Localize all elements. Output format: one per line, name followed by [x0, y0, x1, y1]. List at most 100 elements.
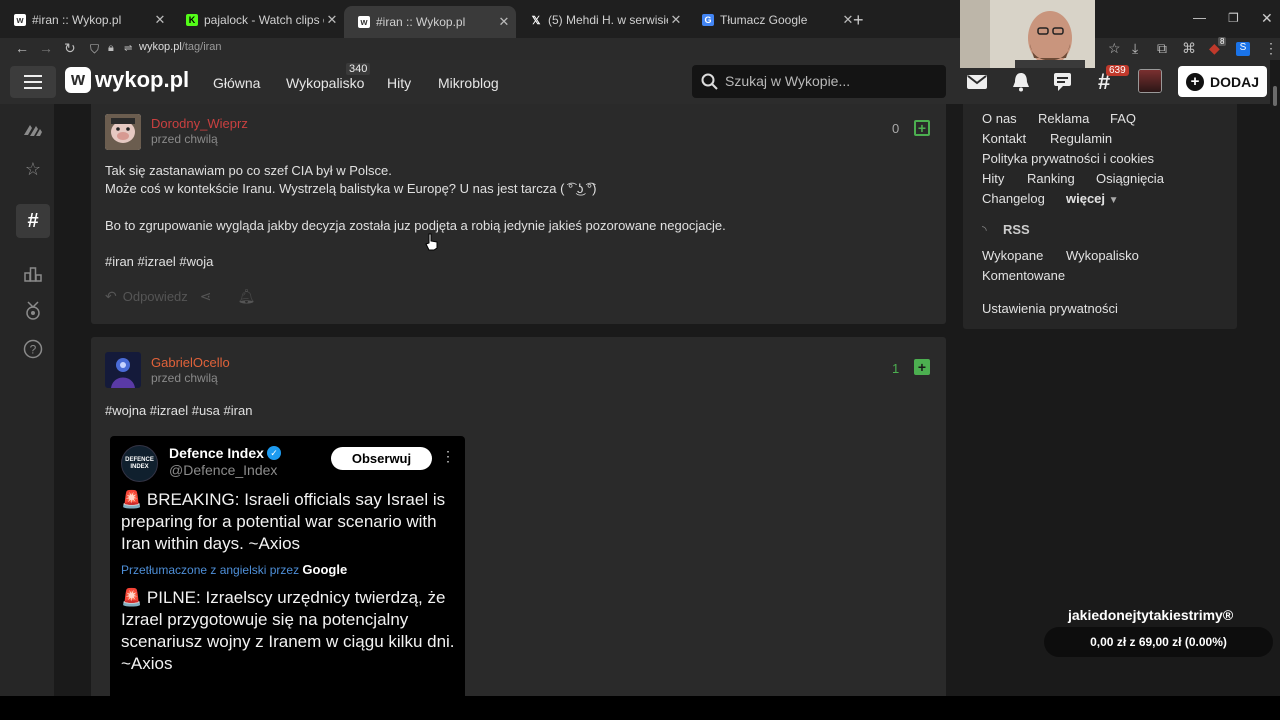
- lock-icon[interactable]: 🔒︎: [108, 42, 114, 55]
- tweet-author-name[interactable]: Defence Index: [169, 445, 264, 461]
- post-tags[interactable]: #iran #izrael #woja: [105, 253, 213, 270]
- search-box[interactable]: [692, 65, 946, 98]
- link-hity[interactable]: Hity: [982, 171, 1004, 186]
- extensions-icon[interactable]: ⧉: [1157, 40, 1167, 57]
- close-tab-icon[interactable]: ✕: [668, 12, 684, 28]
- link-rss-wykopalisko[interactable]: Wykopalisko: [1066, 248, 1139, 263]
- hamburger-menu-icon[interactable]: [10, 66, 56, 98]
- close-tab-icon[interactable]: ✕: [152, 12, 168, 28]
- follow-button[interactable]: Obserwuj: [331, 447, 432, 470]
- author-name[interactable]: Dorodny_Wieprz: [151, 116, 248, 131]
- wykopalisko-count-badge: 340: [346, 63, 371, 75]
- restore-icon[interactable]: ❐: [1228, 11, 1239, 25]
- link-regulamin[interactable]: Regulamin: [1050, 131, 1112, 146]
- browser-tab[interactable]: G Tłumacz Google ✕: [688, 8, 860, 32]
- tweet-author-avatar[interactable]: DEFENCE INDEX: [121, 445, 158, 482]
- gamepad-icon[interactable]: ⌘: [1182, 40, 1196, 57]
- rss-icon: ◝: [982, 223, 987, 237]
- bookmark-star-icon[interactable]: ☆: [1108, 40, 1121, 57]
- browser-tab[interactable]: 𝕏 (5) Mehdi H. w serwisie X: „Sen ✕: [516, 8, 688, 32]
- browser-tab[interactable]: w #iran :: Wykop.pl ✕: [0, 8, 172, 32]
- post-time[interactable]: przed chwilą: [151, 132, 218, 146]
- browser-tab[interactable]: K pajalock - Watch clips on Kick ✕: [172, 8, 344, 32]
- link-rss-wykopane[interactable]: Wykopane: [982, 248, 1043, 263]
- link-osiagniecia[interactable]: Osiągnięcia: [1096, 171, 1164, 186]
- translation-note: Przetłumaczone z angielski przez Google: [121, 562, 347, 577]
- browser-tab-active[interactable]: w #iran :: Wykop.pl ✕: [344, 6, 516, 38]
- google-logo-text: Google: [302, 562, 348, 577]
- wykop-home-icon[interactable]: [19, 117, 47, 145]
- scrollbar-thumb[interactable]: [1273, 86, 1277, 106]
- reply-icon[interactable]: ↶: [105, 288, 117, 305]
- tweet-author-handle[interactable]: @Defence_Index: [169, 462, 277, 478]
- post-actions: ↶ Odpowiedz ⋖ 🔔︎: [105, 288, 255, 305]
- close-tab-icon[interactable]: ✕: [496, 14, 512, 30]
- link-polityka-prywatnosci[interactable]: Polityka prywatności i cookies: [982, 151, 1154, 166]
- shield-icon[interactable]: ⛉: [90, 42, 99, 57]
- help-question-icon[interactable]: ?: [19, 335, 47, 363]
- page-scrollbar[interactable]: [1270, 60, 1280, 696]
- link-ranking[interactable]: Ranking: [1027, 171, 1075, 186]
- reply-button[interactable]: Odpowiedz: [123, 289, 188, 304]
- post-time[interactable]: przed chwilą: [151, 371, 218, 385]
- nav-wykopalisko[interactable]: Wykopalisko: [286, 75, 364, 91]
- link-o-nas[interactable]: O nas: [982, 111, 1017, 126]
- rss-heading: RSS: [1003, 222, 1030, 237]
- nav-mikroblog[interactable]: Mikroblog: [438, 75, 499, 91]
- reload-icon[interactable]: ↻: [64, 40, 76, 57]
- post-card: Dorodny_Wieprz przed chwilą 0 + Tak się …: [91, 104, 946, 324]
- webcam-overlay: [960, 0, 1095, 68]
- url-host: wykop.pl: [139, 41, 182, 53]
- extension-s-icon[interactable]: S: [1236, 42, 1250, 56]
- search-input[interactable]: [725, 73, 935, 89]
- author-avatar[interactable]: [105, 114, 141, 150]
- menu-kebab-icon[interactable]: ⋮: [1264, 40, 1278, 57]
- x-favicon-icon: 𝕏: [531, 14, 541, 27]
- notifications-bell-icon[interactable]: [1010, 72, 1032, 92]
- notification-bell-add-icon[interactable]: 🔔︎: [238, 288, 256, 305]
- author-name[interactable]: GabrielOcello: [151, 355, 230, 370]
- link-privacy-settings[interactable]: Ustawienia prywatności: [982, 301, 1118, 316]
- user-avatar[interactable]: [1138, 69, 1162, 93]
- wykop-favicon-icon: w: [358, 16, 370, 28]
- wykop-logo-icon: w: [65, 67, 91, 93]
- url-field[interactable]: wykop.pl/tag/iran: [139, 41, 222, 53]
- upvote-button[interactable]: +: [914, 359, 930, 375]
- link-rss-komentowane[interactable]: Komentowane: [982, 268, 1065, 283]
- hashtag-icon[interactable]: #: [16, 204, 50, 238]
- star-favorites-icon[interactable]: ☆: [19, 155, 47, 183]
- mail-icon[interactable]: [966, 72, 988, 92]
- chat-icon[interactable]: [1053, 72, 1075, 92]
- stream-title: jakiedonejtytakiestrimy®: [1068, 607, 1234, 623]
- add-button[interactable]: + DODAJ: [1178, 66, 1267, 97]
- link-reklama[interactable]: Reklama: [1038, 111, 1089, 126]
- wykop-logo[interactable]: w wykop.pl: [65, 67, 189, 93]
- nav-glowna[interactable]: Główna: [213, 75, 260, 91]
- downloads-icon[interactable]: ⤓: [1132, 40, 1138, 57]
- embedded-tweet[interactable]: DEFENCE INDEX Defence Index ✓ @Defence_In…: [110, 436, 465, 696]
- author-avatar[interactable]: [105, 352, 141, 388]
- more-links-toggle[interactable]: więcej ▼: [1066, 191, 1119, 206]
- post-card: GabrielOcello przed chwilą 1 + #wojna #i…: [91, 337, 946, 696]
- back-icon[interactable]: ←: [15, 40, 29, 56]
- wykop-favicon-icon: w: [14, 14, 26, 26]
- post-tags[interactable]: #wojna #izrael #usa #iran: [105, 402, 252, 419]
- achievements-medal-icon[interactable]: [19, 297, 47, 325]
- new-tab-icon[interactable]: +: [853, 10, 864, 31]
- tweet-more-icon[interactable]: ⋮: [441, 448, 455, 465]
- bottom-bar: [0, 696, 1280, 720]
- forward-icon[interactable]: →: [39, 40, 53, 56]
- close-tab-icon[interactable]: ✕: [324, 12, 340, 28]
- vote-count: 0: [892, 121, 900, 136]
- minimize-icon[interactable]: —: [1193, 10, 1206, 25]
- ranking-podium-icon[interactable]: [19, 259, 47, 287]
- site-settings-icon[interactable]: ⇌: [124, 43, 132, 54]
- share-icon[interactable]: ⋖: [200, 288, 212, 305]
- close-window-icon[interactable]: ✕: [1261, 10, 1273, 27]
- upvote-button[interactable]: +: [914, 120, 930, 136]
- link-faq[interactable]: FAQ: [1110, 111, 1136, 126]
- link-changelog[interactable]: Changelog: [982, 191, 1045, 206]
- link-kontakt[interactable]: Kontakt: [982, 131, 1026, 146]
- donation-goal-bar: 0,00 zł z 69,00 zł (0.00%): [1044, 627, 1273, 657]
- nav-hity[interactable]: Hity: [387, 75, 411, 91]
